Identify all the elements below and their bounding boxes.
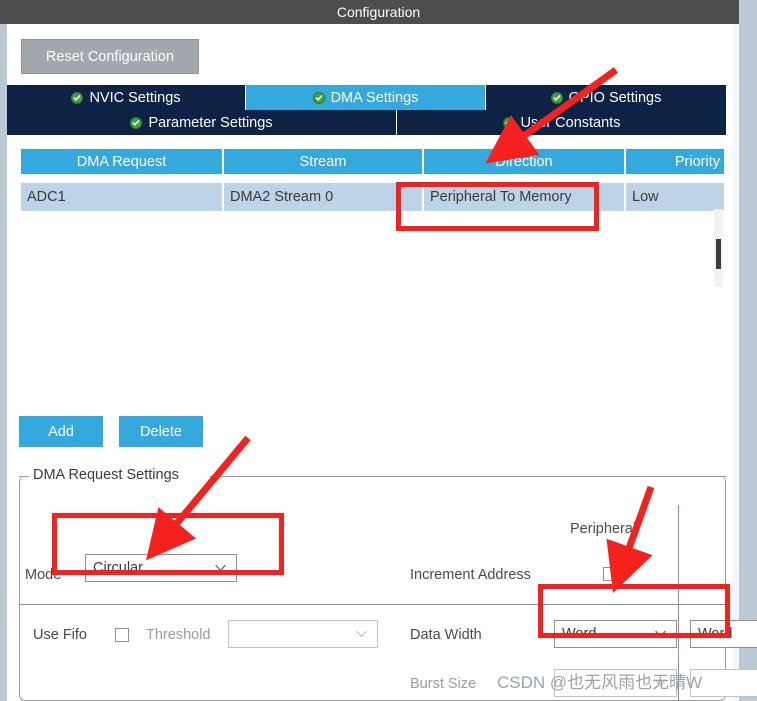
use-fifo-label: Use Fifo (33, 627, 87, 643)
column-header-dma-request[interactable]: DMA Request (21, 149, 224, 174)
column-header-direction[interactable]: Direction (424, 149, 626, 174)
window-right-scrollbar[interactable] (739, 24, 757, 701)
check-circle-icon (502, 116, 515, 129)
dma-request-table: DMA Request Stream Direction Priority AD… (21, 149, 726, 414)
dma-request-settings-title: DMA Request Settings (29, 467, 183, 483)
mode-dropdown-value: Circular (93, 560, 143, 576)
table-header-row: DMA Request Stream Direction Priority (21, 149, 726, 174)
chevron-down-icon (655, 630, 666, 638)
cell-dma-request[interactable]: ADC1 (21, 183, 224, 211)
chevron-down-icon (215, 564, 226, 572)
settings-row-divider (20, 604, 726, 605)
delete-button-label: Delete (140, 423, 182, 440)
tab-parameter-settings[interactable]: Parameter Settings (7, 110, 397, 135)
delete-button[interactable]: Delete (119, 416, 203, 447)
group-border-top-left (19, 476, 29, 477)
column-header-priority-label: Priority (674, 153, 720, 170)
tab-row-primary: NVIC Settings DMA Settings GPIO Settings (7, 85, 726, 110)
tab-user-constants-label: User Constants (520, 114, 621, 131)
cell-priority-label: Low (632, 189, 659, 205)
check-circle-icon (71, 91, 84, 104)
data-width-memory-value: Word (698, 626, 733, 642)
window-title: Configuration (336, 4, 421, 20)
tab-dma-settings-label: DMA Settings (330, 89, 419, 106)
cell-dma-request-label: ADC1 (27, 189, 66, 205)
check-circle-icon (130, 116, 143, 129)
window-left-gutter (0, 24, 7, 701)
add-button[interactable]: Add (19, 416, 103, 447)
data-width-label: Data Width (410, 627, 482, 643)
burst-size-memory-dropdown[interactable] (690, 669, 757, 697)
table-row[interactable]: ADC1 DMA2 Stream 0 Peripheral To Memory … (21, 183, 726, 211)
table-scrollbar-thumb[interactable] (716, 239, 721, 269)
add-button-label: Add (48, 423, 74, 440)
mode-dropdown[interactable]: Circular (85, 554, 237, 582)
tab-gpio-settings-label: GPIO Settings (568, 89, 662, 106)
check-circle-icon (312, 91, 325, 104)
burst-size-peripheral-dropdown[interactable] (554, 669, 677, 697)
cell-priority[interactable]: Low (626, 183, 726, 211)
threshold-dropdown[interactable] (228, 620, 378, 648)
cell-stream[interactable]: DMA2 Stream 0 (224, 183, 424, 211)
tab-user-constants[interactable]: User Constants (397, 110, 726, 135)
tab-dma-settings[interactable]: DMA Settings (246, 85, 486, 110)
increment-address-checkbox[interactable] (603, 567, 617, 581)
dma-request-settings-group (19, 476, 726, 701)
chevron-down-icon (655, 679, 666, 687)
threshold-label: Threshold (146, 627, 211, 643)
tab-row-secondary: Parameter Settings User Constants (7, 110, 726, 135)
cell-direction-label: Peripheral To Memory (430, 189, 572, 205)
reset-configuration-label: Reset Configuration (45, 48, 175, 65)
titlebar-right-edge (739, 0, 757, 24)
column-header-priority[interactable]: Priority (626, 149, 726, 174)
tab-nvic-settings-label: NVIC Settings (89, 89, 181, 106)
data-width-memory-dropdown[interactable]: Word (690, 620, 757, 648)
configuration-panel: Reset Configuration NVIC Settings DMA Se… (7, 24, 757, 701)
reset-configuration-button[interactable]: Reset Configuration (21, 39, 199, 74)
column-header-direction-label: Direction (495, 153, 553, 170)
cell-stream-label: DMA2 Stream 0 (230, 189, 334, 205)
column-divider (678, 505, 679, 700)
configuration-window: Configuration Reset Configuration NVIC S… (0, 0, 757, 701)
column-header-dma-request-label: DMA Request (76, 153, 167, 170)
chevron-down-icon (356, 630, 367, 638)
cell-direction[interactable]: Peripheral To Memory (424, 183, 626, 211)
increment-address-label: Increment Address (410, 567, 531, 583)
window-titlebar: Configuration (0, 0, 757, 24)
column-header-stream[interactable]: Stream (224, 149, 424, 174)
burst-size-label: Burst Size (410, 676, 477, 692)
column-header-stream-label: Stream (299, 153, 347, 170)
tab-gpio-settings[interactable]: GPIO Settings (486, 85, 726, 110)
data-width-peripheral-dropdown[interactable]: Word (554, 620, 677, 648)
group-border-top-right (210, 476, 726, 477)
tab-parameter-settings-label: Parameter Settings (148, 114, 273, 131)
use-fifo-checkbox[interactable] (115, 628, 129, 642)
check-circle-icon (550, 91, 563, 104)
mode-label: Mode (25, 567, 62, 583)
tab-nvic-settings[interactable]: NVIC Settings (7, 85, 246, 110)
data-width-peripheral-value: Word (562, 626, 597, 642)
peripheral-column-header: Peripheral (570, 521, 637, 537)
